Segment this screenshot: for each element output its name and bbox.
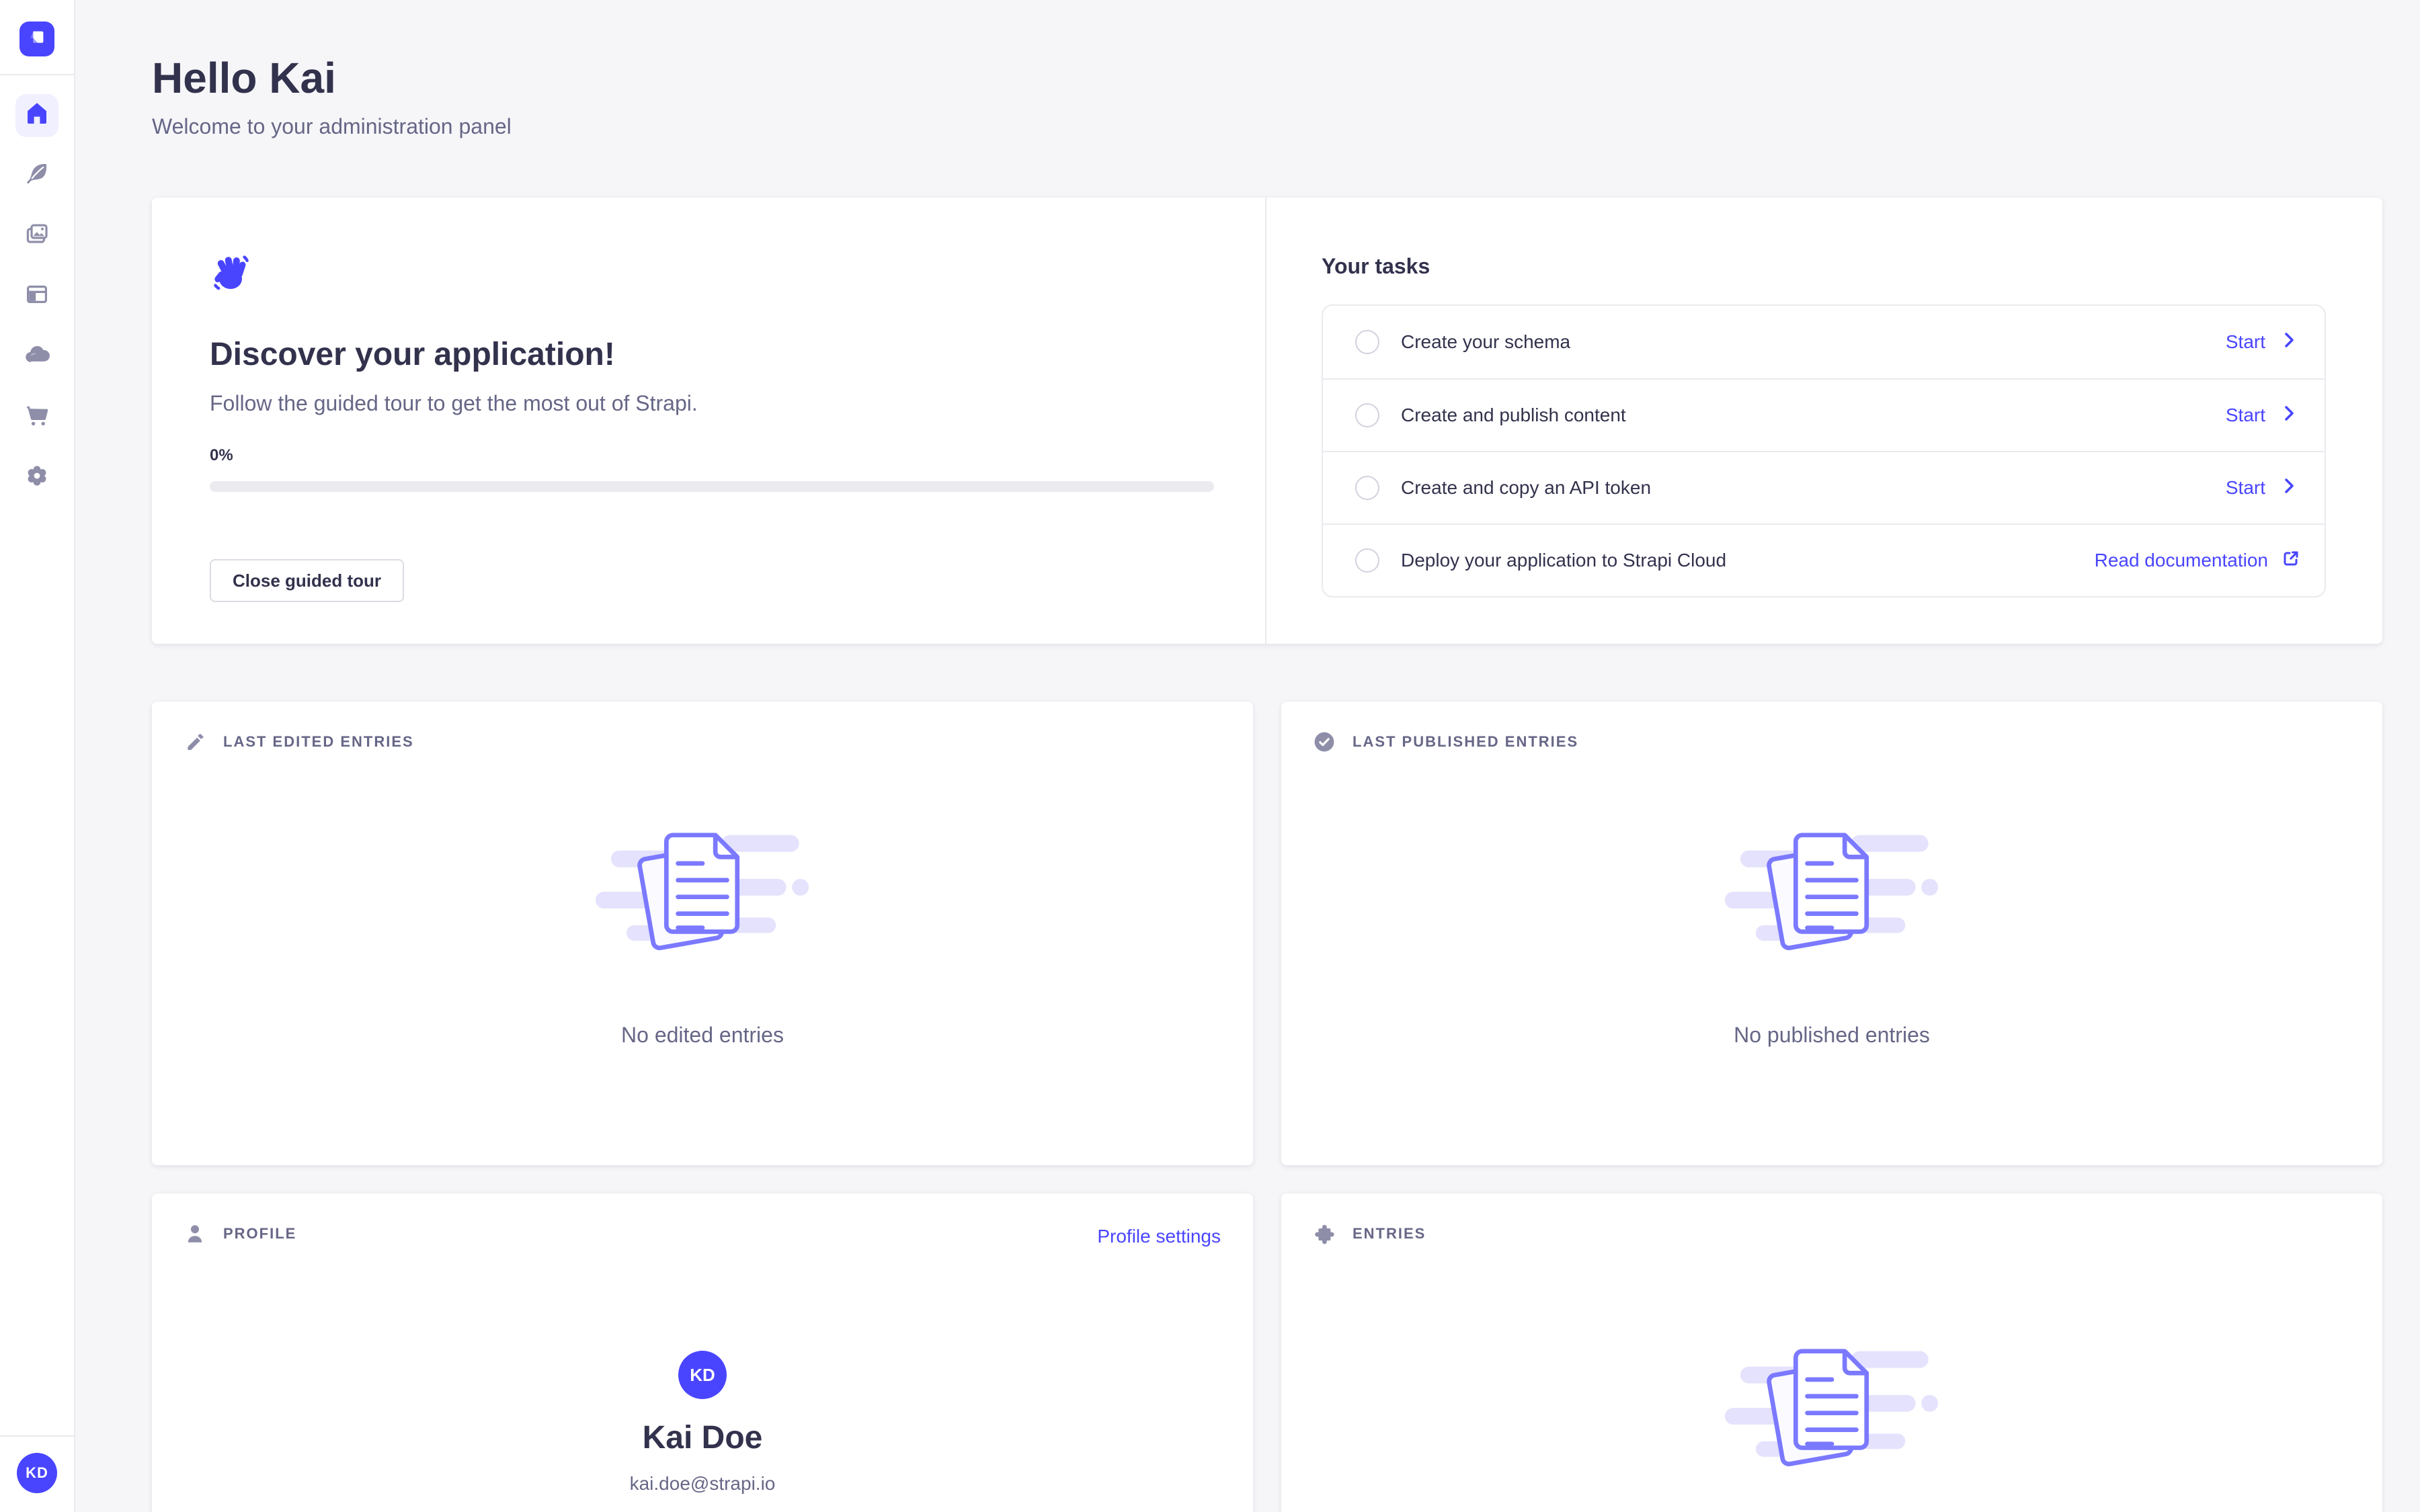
guided-tour-subtitle: Follow the guided tour to get the most o…	[210, 388, 1213, 418]
home-icon	[24, 99, 50, 132]
sidebar-footer: KD	[0, 1435, 74, 1512]
task-row-create-schema: Create your schema Start	[1323, 306, 2325, 378]
last-edited-entries-card: LAST EDITED ENTRIES	[152, 702, 1253, 1165]
tasks-list: Create your schema Start Create and publ…	[1322, 304, 2326, 597]
empty-state: No published entries	[1281, 753, 2382, 1048]
task-start-link[interactable]: Start	[2226, 475, 2300, 501]
task-row-deploy-cloud: Deploy your application to Strapi Cloud …	[1323, 523, 2325, 596]
sidebar-item-content-manager[interactable]	[15, 155, 58, 198]
task-action-label: Start	[2226, 331, 2265, 353]
empty-documents-illustration	[1718, 814, 1946, 974]
content-manager-feather-icon	[24, 160, 50, 192]
strapi-logo[interactable]	[19, 22, 54, 56]
sidebar-item-media-library[interactable]	[15, 215, 58, 258]
guided-tour-card: Discover your application! Follow the gu…	[152, 198, 2382, 644]
page-subtitle: Welcome to your administration panel	[152, 113, 2420, 140]
profile-body: KD Kai Doe kai.doe@strapi.io	[152, 1245, 1253, 1512]
task-action-label: Read documentation	[2095, 550, 2268, 571]
task-label: Create and publish content	[1401, 405, 1626, 426]
puzzle-piece-icon	[1314, 1223, 1335, 1245]
task-status-circle-icon	[1355, 403, 1379, 427]
task-row-publish-content: Create and publish content Start	[1323, 378, 2325, 451]
widgets-row-2: PROFILE Profile settings KD Kai Doe kai.…	[152, 1193, 2382, 1512]
sidebar-nav-items	[15, 94, 58, 500]
entries-card: ENTRIES	[1281, 1193, 2382, 1512]
page-header: Hello Kai Welcome to your administration…	[75, 0, 2420, 140]
check-circle-icon	[1314, 731, 1335, 753]
task-label: Create and copy an API token	[1401, 477, 1651, 499]
empty-state-caption: No published entries	[1734, 1023, 1930, 1048]
empty-state: No edited entries	[152, 753, 1253, 1048]
empty-state-caption: No edited entries	[621, 1023, 784, 1048]
card-header: LAST EDITED ENTRIES	[152, 702, 1253, 753]
read-documentation-link[interactable]: Read documentation	[2095, 549, 2300, 573]
media-library-icon	[24, 220, 50, 253]
external-link-icon	[2282, 549, 2300, 573]
sidebar-footer-divider	[0, 1435, 74, 1437]
task-start-link[interactable]: Start	[2226, 329, 2300, 355]
task-label: Create your schema	[1401, 331, 1570, 353]
empty-documents-illustration	[1718, 1331, 1946, 1490]
profile-name: Kai Doe	[643, 1418, 763, 1458]
card-header: ENTRIES	[1281, 1193, 2382, 1245]
strapi-cloud-icon	[24, 341, 50, 374]
task-action-label: Start	[2226, 405, 2265, 426]
task-action-label: Start	[2226, 477, 2265, 499]
chevron-right-icon	[2279, 475, 2300, 501]
card-header: LAST PUBLISHED ENTRIES	[1281, 702, 2382, 753]
profile-card: PROFILE Profile settings KD Kai Doe kai.…	[152, 1193, 1253, 1512]
sidebar-item-settings[interactable]	[15, 457, 58, 500]
task-status-circle-icon	[1355, 548, 1379, 573]
empty-documents-illustration	[588, 814, 817, 974]
strapi-logo-icon	[19, 22, 54, 62]
sidebar-divider	[0, 74, 74, 75]
your-tasks-heading: Your tasks	[1322, 254, 2326, 279]
card-title: ENTRIES	[1353, 1225, 1426, 1243]
widgets-row-1: LAST EDITED ENTRIES	[152, 702, 2382, 1165]
sidebar-item-content-type-builder[interactable]	[15, 276, 58, 319]
task-status-circle-icon	[1355, 330, 1379, 354]
person-icon	[184, 1223, 206, 1245]
pencil-icon	[184, 731, 206, 753]
page-title: Hello Kai	[152, 54, 2420, 102]
card-title: LAST PUBLISHED ENTRIES	[1353, 733, 1578, 751]
settings-gear-icon	[24, 462, 50, 495]
marketplace-cart-icon	[24, 402, 50, 434]
close-guided-tour-button[interactable]: Close guided tour	[210, 559, 404, 602]
sidebar-item-marketplace[interactable]	[15, 396, 58, 439]
task-status-circle-icon	[1355, 476, 1379, 500]
guided-tour-pane: Discover your application! Follow the gu…	[152, 198, 1266, 644]
main-content: Hello Kai Welcome to your administration…	[75, 0, 2420, 1512]
guided-tour-progressbar	[210, 481, 1214, 492]
card-header: PROFILE	[152, 1193, 1253, 1245]
chevron-right-icon	[2279, 329, 2300, 355]
content-type-builder-icon	[24, 281, 50, 313]
empty-state: No published entries	[1281, 1245, 2382, 1512]
progress-percent-label: 0%	[210, 446, 1213, 465]
card-title: PROFILE	[223, 1225, 296, 1243]
task-row-api-token: Create and copy an API token Start	[1323, 451, 2325, 523]
sidebar-item-home[interactable]	[15, 94, 58, 137]
waving-hand-icon	[210, 275, 253, 299]
profile-email: kai.doe@strapi.io	[630, 1472, 776, 1496]
task-start-link[interactable]: Start	[2226, 403, 2300, 429]
profile-avatar: KD	[678, 1351, 727, 1399]
main-navigation-sidebar: KD	[0, 0, 75, 1512]
last-published-entries-card: LAST PUBLISHED ENTRIES	[1281, 702, 2382, 1165]
profile-settings-link[interactable]: Profile settings	[1097, 1226, 1221, 1247]
card-title: LAST EDITED ENTRIES	[223, 733, 414, 751]
task-label: Deploy your application to Strapi Cloud	[1401, 550, 1726, 571]
user-avatar[interactable]: KD	[17, 1453, 57, 1493]
chevron-right-icon	[2279, 403, 2300, 429]
guided-tour-title: Discover your application!	[210, 335, 1213, 375]
sidebar-item-strapi-cloud[interactable]	[15, 336, 58, 379]
your-tasks-pane: Your tasks Create your schema Start	[1266, 198, 2382, 644]
strapi-admin-homepage: KD Hello Kai Welcome to your administrat…	[0, 0, 2420, 1512]
